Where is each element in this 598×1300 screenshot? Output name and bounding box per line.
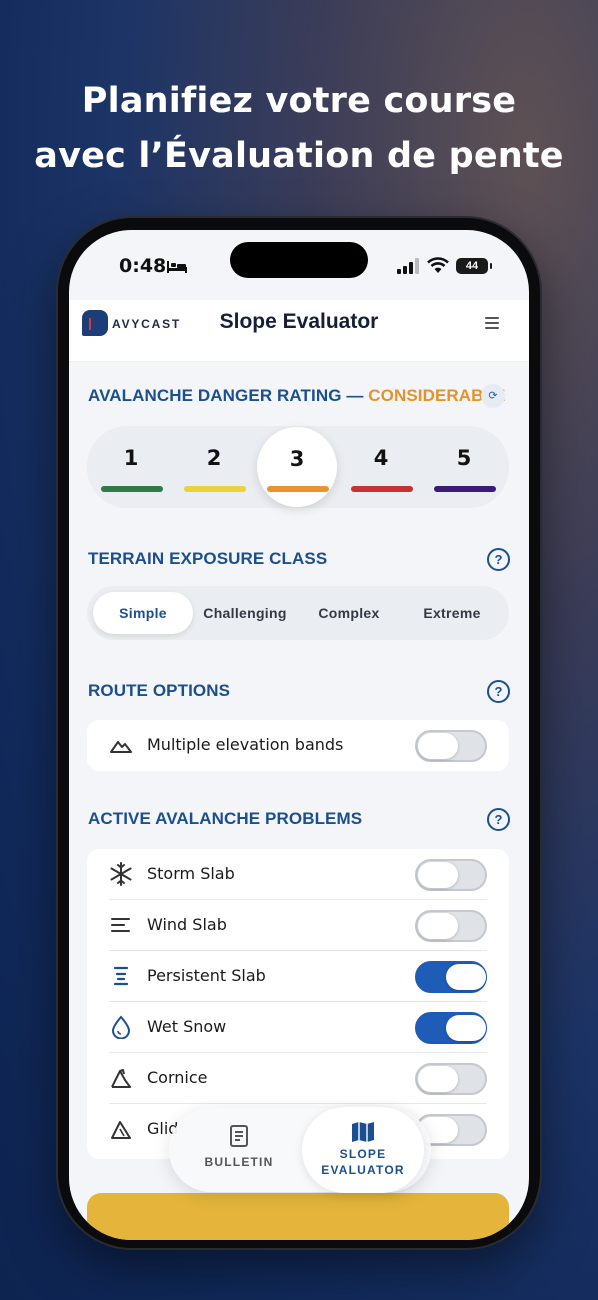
rating-color-bar	[184, 486, 246, 492]
tab-slope-evaluator[interactable]: SLOPE EVALUATOR	[302, 1107, 424, 1193]
page-title: Slope Evaluator	[219, 310, 379, 333]
headline-line-1: Planifiez votre course	[81, 81, 517, 121]
problems-help-icon[interactable]: ?	[487, 808, 510, 831]
tab-slope-label-1: SLOPE	[339, 1147, 387, 1161]
route-options-card: Multiple elevation bands	[87, 720, 509, 771]
terrain-option-extreme[interactable]: Extreme	[402, 592, 502, 634]
problem-label: Wet Snow	[147, 1017, 227, 1036]
refresh-icon[interactable]: ⟳	[481, 384, 505, 408]
problem-row-wind-slab[interactable]: Wind Slab	[87, 900, 509, 951]
wind-icon	[111, 918, 130, 932]
status-time: 0:48	[119, 255, 167, 277]
danger-separator: —	[341, 386, 369, 405]
terrain-option-challenging[interactable]: Challenging	[195, 592, 295, 634]
problem-row-persistent-slab[interactable]: Persistent Slab	[87, 951, 509, 1002]
sleep-focus-icon	[167, 261, 187, 273]
danger-rating-selector: 1 2 3 4 5	[87, 426, 509, 508]
battery-indicator: 44	[456, 258, 492, 274]
problem-label: Cornice	[147, 1068, 208, 1087]
rating-number: 4	[373, 446, 389, 470]
route-option-row[interactable]: Multiple elevation bands	[87, 720, 509, 771]
tab-slope-label-2: EVALUATOR	[321, 1163, 405, 1177]
problem-label: Wind Slab	[147, 915, 227, 934]
terrain-option-simple[interactable]: Simple	[93, 592, 193, 634]
problem-row-storm-slab[interactable]: Storm Slab	[87, 849, 509, 900]
rating-color-bar	[351, 486, 413, 492]
cellular-signal-icon	[397, 258, 419, 274]
tab-bulletin-label: BULLETIN	[204, 1155, 274, 1169]
cornice-toggle[interactable]	[415, 1063, 487, 1095]
map-icon	[352, 1122, 374, 1142]
rating-option-2[interactable]: 2	[172, 426, 256, 508]
wet-snow-toggle[interactable]	[415, 1012, 487, 1044]
rating-number: 2	[206, 446, 222, 470]
terrain-help-icon[interactable]: ?	[487, 548, 510, 571]
terrain-exposure-selector: Simple Challenging Complex Extreme	[87, 586, 509, 640]
bottom-tab-bar: BULLETIN SLOPE EVALUATOR	[169, 1107, 431, 1193]
danger-rating-label: AVALANCHE DANGER RATING	[88, 386, 342, 405]
problem-row-wet-snow[interactable]: Wet Snow	[87, 1002, 509, 1053]
route-option-label: Multiple elevation bands	[147, 735, 344, 754]
rating-number: 3	[289, 447, 305, 471]
rating-option-1[interactable]: 1	[89, 426, 173, 508]
cornice-icon	[111, 1069, 131, 1088]
app-header: AVYCAST Slope Evaluator	[69, 300, 529, 362]
rating-number: 1	[123, 446, 139, 470]
headline-line-2: avec l’Évaluation de pente	[34, 136, 564, 176]
persistent-slab-toggle[interactable]	[415, 961, 487, 993]
tab-bulletin[interactable]: BULLETIN	[189, 1124, 289, 1170]
route-help-icon[interactable]: ?	[487, 680, 510, 703]
rating-option-3-selected[interactable]: 3	[257, 427, 337, 507]
problem-label: Persistent Slab	[147, 966, 266, 985]
multiple-elevation-bands-toggle[interactable]	[415, 730, 487, 762]
promo-headline: Planifiez votre course avec l’Évaluation…	[0, 74, 598, 184]
rating-color-bar	[101, 486, 163, 492]
hamburger-menu-icon[interactable]	[485, 317, 499, 332]
rating-color-bar	[267, 486, 329, 492]
snowflake-icon	[110, 862, 132, 886]
wifi-icon	[427, 257, 449, 273]
phone-screen: 0:48 44 AVYCAST Slope Evaluator AVALANCH…	[69, 230, 529, 1240]
avalanche-problems-heading: ACTIVE AVALANCHE PROBLEMS	[88, 809, 363, 828]
mountain-icon	[110, 741, 132, 753]
route-options-heading: ROUTE OPTIONS	[88, 681, 231, 700]
evaluate-cta-button[interactable]	[87, 1193, 509, 1240]
phone-frame: 0:48 44 AVYCAST Slope Evaluator AVALANCH…	[58, 218, 540, 1248]
problem-row-cornice[interactable]: Cornice	[87, 1053, 509, 1104]
problem-label: Storm Slab	[147, 864, 235, 883]
storm-slab-toggle[interactable]	[415, 859, 487, 891]
terrain-exposure-heading: TERRAIN EXPOSURE CLASS	[88, 549, 328, 568]
wind-slab-toggle[interactable]	[415, 910, 487, 942]
rating-option-4[interactable]: 4	[339, 426, 423, 508]
rating-option-5[interactable]: 5	[422, 426, 506, 508]
rating-number: 5	[456, 446, 472, 470]
layers-icon	[113, 966, 129, 986]
droplet-icon	[111, 1015, 131, 1039]
bulletin-icon	[230, 1125, 248, 1147]
dynamic-island	[230, 242, 368, 278]
terrain-option-complex[interactable]: Complex	[299, 592, 399, 634]
danger-rating-heading: AVALANCHE DANGER RATING — CONSIDERABLE	[88, 386, 505, 406]
glide-icon	[111, 1121, 131, 1139]
rating-color-bar	[434, 486, 496, 492]
